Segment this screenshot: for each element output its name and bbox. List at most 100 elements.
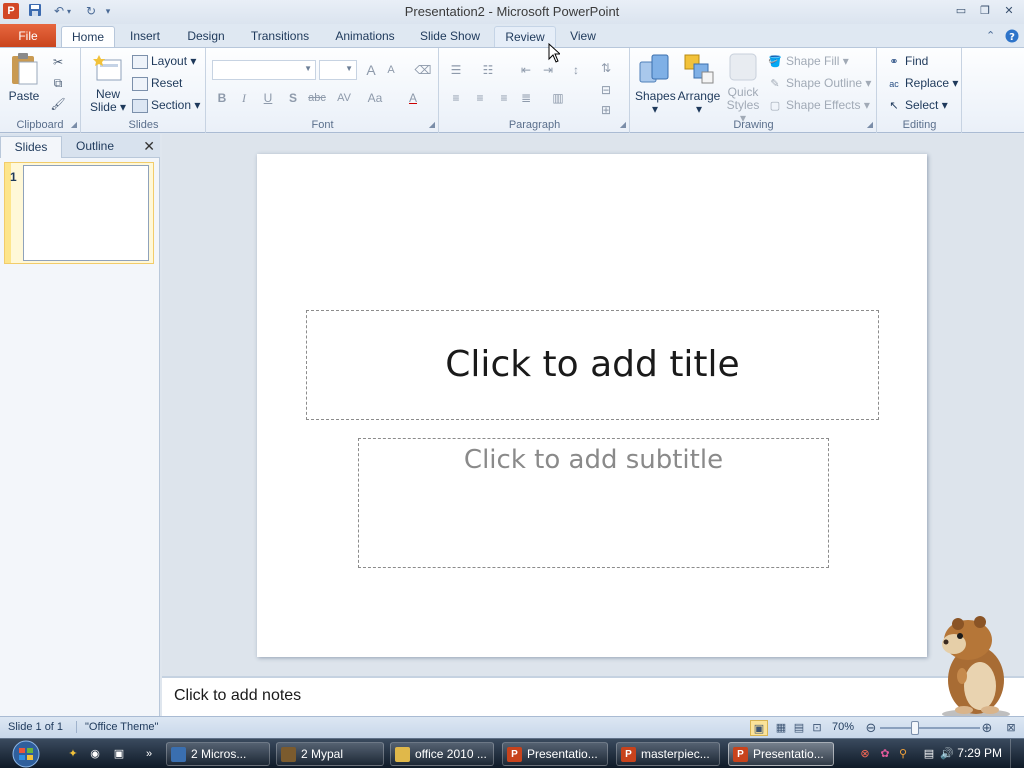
format-painter-icon[interactable]: 🖌 bbox=[48, 94, 68, 114]
paste-button[interactable]: Paste bbox=[4, 52, 44, 103]
new-slide-button[interactable]: New Slide ▾ bbox=[86, 54, 130, 114]
zoom-level[interactable]: 70% bbox=[832, 721, 854, 733]
tab-design[interactable]: Design bbox=[178, 26, 234, 48]
taskbar-clock[interactable]: 7:29 PM bbox=[957, 746, 1002, 760]
reading-view-icon[interactable]: ▤ bbox=[790, 720, 808, 736]
smartart-icon[interactable]: ⊞ bbox=[596, 100, 616, 120]
text-direction-icon[interactable]: ⇅ bbox=[596, 58, 616, 78]
bullets-icon[interactable]: ☰ bbox=[446, 60, 466, 80]
close-panel-icon[interactable]: ✕ bbox=[143, 138, 155, 154]
taskbar-button-microsoft[interactable]: 2 Micros... bbox=[166, 742, 270, 766]
copy-icon[interactable]: ⧉ bbox=[48, 73, 68, 93]
tab-view[interactable]: View bbox=[562, 26, 604, 48]
tab-insert[interactable]: Insert bbox=[122, 26, 168, 48]
layout-button[interactable]: Layout ▾ bbox=[132, 52, 196, 70]
character-spacing-button[interactable]: AV bbox=[332, 88, 356, 108]
clear-formatting-icon[interactable]: ⌫ bbox=[413, 60, 433, 80]
shapes-button[interactable]: Shapes ▾ bbox=[635, 52, 676, 116]
tab-slide-show[interactable]: Slide Show bbox=[414, 26, 486, 48]
tray-app-icon[interactable]: ✿ bbox=[878, 747, 892, 761]
taskbar-button-presentation-1[interactable]: P Presentatio... bbox=[502, 742, 608, 766]
bold-button[interactable]: B bbox=[212, 88, 232, 108]
theme-status[interactable]: "Office Theme" bbox=[76, 721, 158, 733]
tab-outline[interactable]: Outline bbox=[64, 136, 126, 158]
quicklaunch-pet-icon[interactable]: ✦ bbox=[66, 747, 80, 761]
notes-pane[interactable]: Click to add notes bbox=[162, 676, 1024, 716]
select-button[interactable]: ↖ Select ▾ bbox=[886, 96, 947, 114]
zoom-slider-thumb[interactable] bbox=[911, 721, 919, 735]
normal-view-icon[interactable]: ▣ bbox=[750, 720, 768, 736]
cut-icon[interactable]: ✂ bbox=[48, 52, 68, 72]
shape-fill-button[interactable]: 🪣 Shape Fill ▾ bbox=[767, 52, 849, 70]
tab-file[interactable]: File bbox=[0, 24, 56, 48]
paragraph-launcher-icon[interactable]: ◢ bbox=[620, 120, 626, 129]
find-button[interactable]: ⚭ Find bbox=[886, 52, 928, 70]
align-center-icon[interactable]: ≡ bbox=[470, 88, 490, 108]
font-size-combo[interactable]: ▼ bbox=[319, 60, 357, 80]
tray-error-icon[interactable]: ⊗ bbox=[858, 747, 872, 761]
tray-search-icon[interactable]: ⚲ bbox=[896, 747, 910, 761]
font-launcher-icon[interactable]: ◢ bbox=[429, 120, 435, 129]
shrink-font-button[interactable]: A bbox=[381, 60, 401, 80]
font-color-button[interactable]: A bbox=[403, 88, 423, 108]
shadow-button[interactable]: S bbox=[283, 88, 303, 108]
restore-button[interactable]: ❐ bbox=[974, 2, 996, 20]
reset-button[interactable]: Reset bbox=[132, 74, 182, 92]
tab-review[interactable]: Review bbox=[494, 26, 556, 48]
zoom-in-icon[interactable]: ⊕ bbox=[978, 720, 996, 736]
change-case-button[interactable]: Aa bbox=[363, 88, 387, 108]
decrease-indent-icon[interactable]: ⇤ bbox=[516, 60, 536, 80]
align-text-icon[interactable]: ⊟ bbox=[596, 80, 616, 100]
increase-indent-icon[interactable]: ⇥ bbox=[538, 60, 558, 80]
subtitle-placeholder[interactable]: Click to add subtitle bbox=[358, 438, 829, 568]
title-placeholder[interactable]: Click to add title bbox=[306, 310, 879, 420]
quicklaunch-browser-icon[interactable]: ◉ bbox=[88, 747, 102, 761]
clipboard-launcher-icon[interactable]: ◢ bbox=[71, 120, 77, 129]
quicklaunch-desktop-icon[interactable]: ▣ bbox=[112, 747, 126, 761]
windows-start-icon[interactable] bbox=[6, 740, 46, 768]
slide-thumbnail[interactable] bbox=[23, 165, 149, 261]
show-desktop-button[interactable] bbox=[1010, 739, 1024, 768]
mouse-cursor-icon bbox=[548, 43, 560, 63]
taskbar-button-presentation-2[interactable]: P Presentatio... bbox=[728, 742, 834, 766]
line-spacing-icon[interactable]: ↕ bbox=[566, 60, 586, 80]
tab-animations[interactable]: Animations bbox=[326, 26, 404, 48]
arrange-button[interactable]: Arrange ▾ bbox=[677, 52, 721, 116]
italic-button[interactable]: I bbox=[234, 88, 254, 108]
drawing-launcher-icon[interactable]: ◢ bbox=[867, 120, 873, 129]
tab-home[interactable]: Home bbox=[61, 26, 115, 48]
taskbar-button-masterpiece[interactable]: Pmasterpiec... bbox=[616, 742, 720, 766]
tab-transitions[interactable]: Transitions bbox=[244, 26, 316, 48]
font-name-combo[interactable]: ▼ bbox=[212, 60, 316, 80]
slide-canvas[interactable]: Click to add title Click to add subtitle bbox=[257, 154, 927, 657]
justify-icon[interactable]: ≣ bbox=[516, 88, 536, 108]
zoom-slider-track[interactable] bbox=[880, 727, 980, 729]
tray-volume-icon[interactable]: 🔊 bbox=[940, 747, 954, 761]
underline-button[interactable]: U bbox=[258, 88, 278, 108]
shape-outline-button[interactable]: ✎ Shape Outline ▾ bbox=[767, 74, 871, 92]
replace-button[interactable]: ac Replace ▾ bbox=[886, 74, 958, 92]
taskbar-button-office-folder[interactable]: office 2010 ... bbox=[390, 742, 494, 766]
slide-sorter-view-icon[interactable]: ▦ bbox=[772, 720, 790, 736]
minimize-ribbon-icon[interactable]: ⌃ bbox=[986, 29, 995, 42]
numbering-icon[interactable]: ☷ bbox=[478, 60, 498, 80]
close-button[interactable]: ✕ bbox=[998, 2, 1020, 20]
fit-to-window-icon[interactable]: ⊠ bbox=[1002, 720, 1020, 736]
columns-icon[interactable]: ▥ bbox=[548, 88, 568, 108]
hamster-mascot-icon[interactable] bbox=[924, 610, 1014, 720]
quick-styles-button[interactable]: Quick Styles ▾ bbox=[723, 52, 763, 125]
minimize-button[interactable]: ▭ bbox=[950, 2, 972, 20]
quicklaunch-more-icon[interactable]: » bbox=[142, 747, 156, 761]
zoom-out-icon[interactable]: ⊖ bbox=[862, 720, 880, 736]
shape-effects-button[interactable]: ▢ Shape Effects ▾ bbox=[767, 96, 870, 114]
align-right-icon[interactable]: ≡ bbox=[494, 88, 514, 108]
help-icon[interactable]: ? bbox=[1005, 29, 1019, 46]
slide-show-view-icon[interactable]: ⊡ bbox=[808, 720, 826, 736]
align-left-icon[interactable]: ≡ bbox=[446, 88, 466, 108]
taskbar-button-mypal[interactable]: 2 Mypal bbox=[276, 742, 384, 766]
grow-font-button[interactable]: A bbox=[361, 60, 381, 80]
strikethrough-button[interactable]: abc bbox=[305, 88, 329, 108]
section-button[interactable]: Section ▾ bbox=[132, 96, 200, 114]
tray-network-icon[interactable]: ▤ bbox=[922, 747, 936, 761]
tab-slides[interactable]: Slides bbox=[0, 136, 62, 158]
